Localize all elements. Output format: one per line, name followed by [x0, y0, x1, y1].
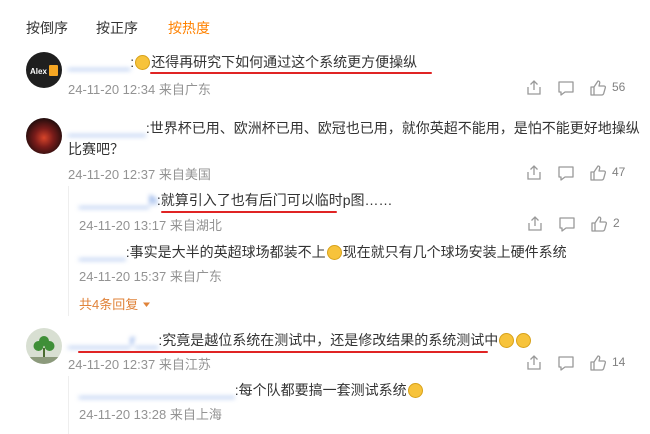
comment-time: 24-11-20 12:37: [68, 167, 156, 182]
reply-location: 来自湖北: [169, 218, 222, 233]
reply-username[interactable]: ______: [79, 244, 126, 260]
red-underline-annotation: [161, 211, 337, 213]
reply-username[interactable]: _________h: [79, 192, 157, 208]
comment-line: __________:世界杯已用、欧洲杯已用、欧冠也已用，就你英超不能用，是怕不…: [68, 120, 640, 136]
avatar[interactable]: [26, 328, 62, 364]
comment-icon[interactable]: [557, 354, 575, 372]
like-icon[interactable]: [589, 164, 607, 182]
reply-text: 现在就只有几个球场安装上硬件系统: [342, 244, 567, 260]
comment-text: 还得再研究下如何通过这个系统更方便操纵: [151, 54, 418, 70]
clover-avatar-icon: [26, 336, 62, 364]
reply-meta: 24-11-20 15:37 来自广东: [79, 266, 222, 285]
comment-meta: 24-11-20 12:37 来自美国: [68, 164, 211, 183]
reply-time: 24-11-20 15:37: [79, 269, 167, 284]
reply-line: ______:事实是大半的英超球场都装不上 现在就只有几个球场安装上硬件系统: [79, 244, 567, 260]
comment-location: 来自广东: [158, 82, 211, 97]
like-icon[interactable]: [590, 215, 608, 233]
comment-username[interactable]: __________: [68, 120, 146, 136]
like-icon[interactable]: [589, 79, 607, 97]
share-icon[interactable]: [525, 79, 543, 97]
sort-hot-button[interactable]: 按热度: [168, 18, 210, 38]
comment-icon[interactable]: [558, 215, 576, 233]
sort-reverse-button[interactable]: 按倒序: [26, 18, 68, 38]
like-count: 14: [612, 355, 626, 369]
reply-list: _________h:就算引入了也有后门可以临时p图…… 24-11-20 13…: [68, 186, 629, 316]
like-count: 47: [612, 165, 626, 179]
chevron-down-icon: [142, 302, 150, 307]
reply-time: 24-11-20 13:28: [79, 407, 167, 422]
share-icon[interactable]: [526, 215, 544, 233]
comment-actions: 56: [525, 79, 635, 97]
comment-time: 24-11-20 12:37: [68, 357, 156, 372]
comment-text: 究竟是越位系统在测试中，还是修改结果的系统测试中: [162, 332, 499, 348]
reply-meta: 24-11-20 13:28 来自上海: [79, 404, 222, 423]
comment-icon[interactable]: [557, 79, 575, 97]
cat-emoji-icon: [407, 383, 423, 398]
reply-text: 每个队都要搞一套测试系统: [238, 382, 407, 398]
comment-location: 来自江苏: [158, 357, 211, 372]
like-count: 2: [613, 216, 620, 230]
like-icon[interactable]: [589, 354, 607, 372]
smile-emoji-icon: [135, 55, 151, 70]
reply-text: 就算: [160, 192, 189, 208]
reply-meta: 24-11-20 13:17 来自湖北: [79, 215, 222, 234]
reply-location: 来自上海: [169, 407, 222, 422]
sweat-emoji-icon: [326, 245, 342, 260]
comment-meta: 24-11-20 12:34 来自广东: [68, 79, 211, 98]
comment-meta: 24-11-20 12:37 来自江苏: [68, 354, 211, 373]
comment-time: 24-11-20 12:34: [68, 82, 156, 97]
comment-actions: 14: [525, 354, 635, 372]
more-replies-link[interactable]: 共4条回复: [79, 294, 151, 313]
like-count: 56: [612, 80, 626, 94]
reply-text: 事实是大半的英超球场都装不上: [129, 244, 326, 260]
reply-line: _________h:就算引入了也有后门可以临时p图……: [79, 192, 393, 208]
reply-actions: 2: [526, 215, 626, 233]
comment-line: ________r___:究竟是越位系统在测试中，还是修改结果的系统测试中: [68, 330, 532, 350]
red-underline-annotation: [78, 351, 488, 353]
avatar[interactable]: [26, 118, 62, 154]
comment-text: 世界杯已用、欧洲杯已用、欧冠也已用，就你英超不能用，是怕不能更好地操纵: [149, 120, 640, 136]
comment-line: ________: 还得再研究下如何通过这个系统更方便操纵: [68, 54, 418, 70]
share-icon[interactable]: [525, 354, 543, 372]
reply-line: ____________________:每个队都要搞一套测试系统: [79, 380, 424, 400]
comment-icon[interactable]: [557, 164, 575, 182]
reply-text: 引入了也有后门可以临时p图……: [188, 192, 393, 208]
sort-forward-button[interactable]: 按正序: [96, 18, 138, 38]
comment-username[interactable]: ________: [68, 54, 130, 70]
comment-location: 来自美国: [158, 167, 211, 182]
red-underline-annotation: [150, 72, 432, 74]
comment-text: 比赛吧？: [68, 141, 124, 157]
comment-actions: 47: [525, 164, 635, 182]
comment-username[interactable]: ________r___: [68, 332, 158, 348]
crying-emoji-icon: [499, 333, 515, 348]
reply-time: 24-11-20 13:17: [79, 218, 167, 233]
crying-emoji-icon: [516, 333, 532, 348]
more-replies-label: 共4条回复: [79, 297, 139, 312]
avatar[interactable]: Alex: [26, 52, 62, 88]
share-icon[interactable]: [525, 164, 543, 182]
reply-username[interactable]: ____________________: [79, 382, 235, 398]
reply-location: 来自广东: [169, 269, 222, 284]
avatar-logo-icon: Alex: [30, 65, 58, 76]
svg-text:Alex: Alex: [30, 67, 47, 76]
comment-line-2: 比赛吧？: [68, 139, 124, 159]
reply-list: ____________________:每个队都要搞一套测试系统 24-11-…: [68, 376, 629, 434]
